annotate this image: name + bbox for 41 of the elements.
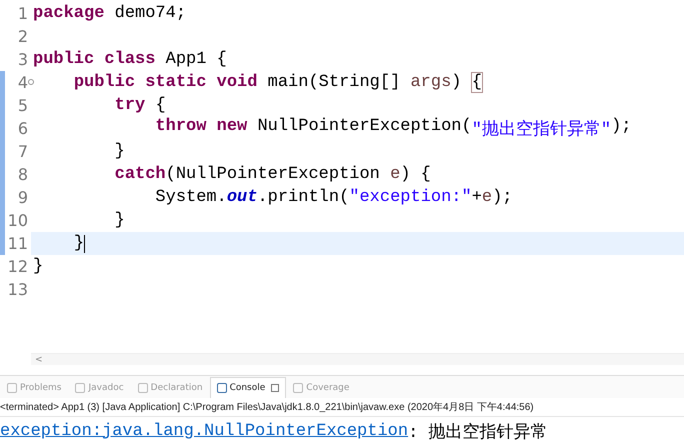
line-number: 4 xyxy=(18,73,28,92)
view-tab[interactable]: Coverage xyxy=(286,376,356,398)
view-tab[interactable]: Problems xyxy=(0,376,68,398)
code-line: } xyxy=(33,257,44,276)
view-icon xyxy=(293,382,304,393)
view-tab[interactable]: Javadoc xyxy=(68,376,131,398)
view-tab[interactable]: Console xyxy=(210,376,286,398)
line-number: 10 xyxy=(8,211,28,230)
line-number: 13 xyxy=(8,280,28,299)
code-line: public class App1 { xyxy=(33,50,227,69)
code-line: package demo74; xyxy=(33,4,186,23)
line-number: 9 xyxy=(18,188,28,207)
line-number: 8 xyxy=(18,165,28,184)
code-line: } xyxy=(114,211,125,230)
line-number: 2 xyxy=(18,27,28,46)
line-number: 1 xyxy=(18,4,28,23)
line-number: 11 xyxy=(8,234,28,253)
fold-icon[interactable] xyxy=(28,79,34,85)
line-number: 12 xyxy=(8,257,28,276)
view-icon xyxy=(216,382,227,393)
console-output: : 抛出空指针异常 xyxy=(408,422,548,443)
view-icon xyxy=(138,382,148,393)
code-line: try { xyxy=(114,96,166,115)
line-number: 7 xyxy=(18,142,28,161)
text-cursor xyxy=(84,234,86,252)
code-line: throw new NullPointerException("抛出空指针异常"); xyxy=(154,117,632,140)
line-number: 5 xyxy=(18,96,28,115)
code-line: } xyxy=(72,234,84,253)
code-line: public static void main(String[] args) { xyxy=(72,73,482,92)
stack-trace-link[interactable]: exception:java.lang.NullPointerException xyxy=(0,422,408,441)
horizontal-scrollbar[interactable]: < xyxy=(31,352,684,366)
line-number: 3 xyxy=(18,50,28,69)
close-icon[interactable] xyxy=(271,384,280,392)
view-tab[interactable]: Declaration xyxy=(130,376,210,398)
code-line: } xyxy=(114,142,125,161)
code-line: System.out.println("exception:"+e); xyxy=(154,188,513,207)
view-icon xyxy=(75,382,86,393)
code-line: catch(NullPointerException e) { xyxy=(114,165,431,184)
line-number: 6 xyxy=(18,119,28,138)
console-header: <terminated> App1 (3) [Java Application] C:\Program Files\Java\jdk1.8.0_221\bin\javaw.exe (2020年4月8日 下午4:44:56) xyxy=(0,398,684,418)
view-icon xyxy=(7,382,17,393)
